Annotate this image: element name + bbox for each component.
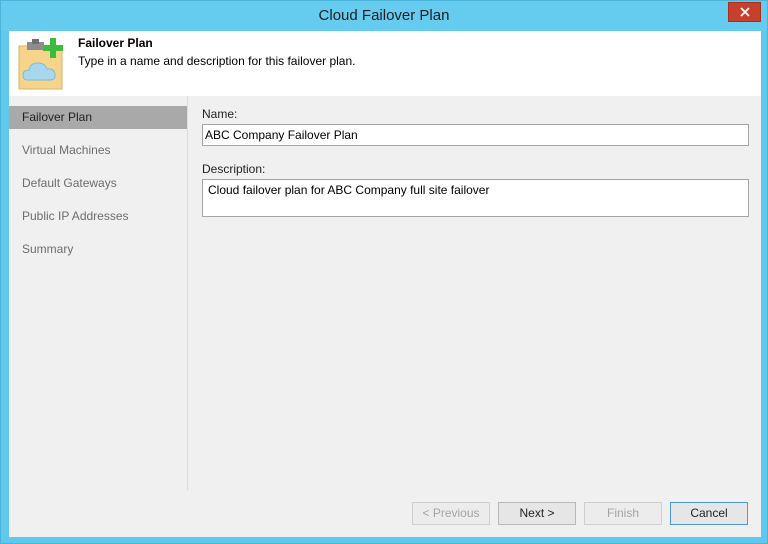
description-label: Description: [202,162,266,176]
sidebar-item-failover-plan[interactable]: Failover Plan [9,106,187,129]
next-button[interactable]: Next > [498,502,576,525]
description-textarea[interactable]: Cloud failover plan for ABC Company full… [202,179,749,217]
sidebar-item-virtual-machines[interactable]: Virtual Machines [9,139,187,162]
sidebar-item-summary[interactable]: Summary [9,238,187,261]
window-title: Cloud Failover Plan [318,7,450,24]
name-input[interactable]: ABC Company Failover Plan [202,124,749,146]
wizard-client-area: Failover Plan Type in a name and descrip… [9,31,761,537]
cancel-button[interactable]: Cancel [670,502,748,525]
close-icon [739,7,750,17]
title-bar[interactable]: Cloud Failover Plan [1,1,767,31]
previous-button[interactable]: < Previous [412,502,490,525]
sidebar-item-public-ip-addresses[interactable]: Public IP Addresses [9,205,187,228]
wizard-window: Cloud Failover Plan Failover Plan Type i… [0,0,768,544]
close-button[interactable] [728,2,761,22]
wizard-footer: < Previous Next > Finish Cancel [9,491,761,537]
page-title: Failover Plan [78,36,153,50]
page-subtitle: Type in a name and description for this … [78,54,356,68]
name-label: Name: [202,107,238,121]
cloud-plan-add-icon [18,38,63,90]
finish-button[interactable]: Finish [584,502,662,525]
sidebar-item-default-gateways[interactable]: Default Gateways [9,172,187,195]
wizard-steps-sidebar: Failover Plan Virtual Machines Default G… [9,96,188,520]
wizard-content: Name: ABC Company Failover Plan Descript… [189,96,761,520]
wizard-header: Failover Plan Type in a name and descrip… [9,31,761,96]
